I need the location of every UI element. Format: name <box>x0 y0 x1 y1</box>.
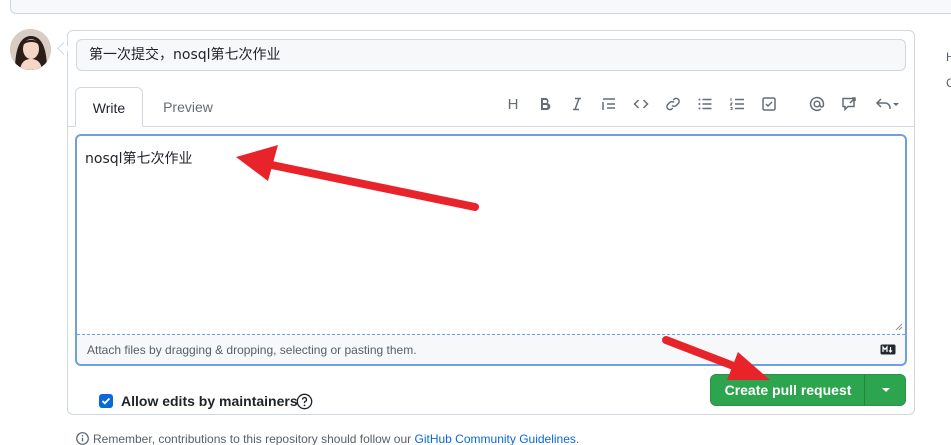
triangle-down-icon <box>881 388 890 392</box>
attach-files-text: Attach files by dragging & dropping, sel… <box>87 343 417 357</box>
code-icon[interactable] <box>629 92 653 116</box>
info-icon <box>76 432 89 445</box>
community-guidelines-link[interactable]: GitHub Community Guidelines <box>415 432 576 445</box>
mention-icon[interactable] <box>805 92 829 116</box>
pr-body-text: nosql第七次作业 <box>85 151 193 167</box>
heading-icon[interactable]: H <box>501 92 525 116</box>
pr-title-input[interactable]: 第一次提交，nosql第七次作业 <box>76 39 906 71</box>
previous-section-box <box>10 0 951 14</box>
tab-preview[interactable]: Preview <box>152 87 224 127</box>
button-divider <box>864 375 865 405</box>
task-list-icon[interactable] <box>757 92 781 116</box>
tab-divider <box>67 126 915 127</box>
tab-write[interactable]: Write <box>75 87 143 127</box>
italic-icon[interactable] <box>565 92 589 116</box>
guidelines-prefix: Remember, contributions to this reposito… <box>93 432 415 445</box>
avatar-photo-icon <box>10 29 51 70</box>
bold-icon[interactable] <box>533 92 557 116</box>
avatar[interactable] <box>10 29 51 70</box>
ordered-list-icon[interactable] <box>725 92 749 116</box>
heading-glyph: H <box>507 95 519 113</box>
create-pull-request-button[interactable]: Create pull request <box>710 374 906 406</box>
reply-icon[interactable] <box>869 92 905 116</box>
sidebar-edge-letter: H <box>946 50 951 64</box>
check-icon <box>101 397 111 405</box>
sidebar-edge-letter: C <box>946 76 951 90</box>
markdown-icon[interactable] <box>880 344 896 355</box>
pr-body-textarea[interactable]: nosql第七次作业 Attach files by dragging & dr… <box>75 134 907 366</box>
guidelines-suffix: . <box>575 432 580 445</box>
attach-files-bar[interactable]: Attach files by dragging & dropping, sel… <box>77 334 905 364</box>
unordered-list-icon[interactable] <box>693 92 717 116</box>
create-pull-request-label: Create pull request <box>724 382 852 398</box>
allow-edits-checkbox[interactable] <box>99 394 113 408</box>
resize-handle-icon[interactable] <box>895 323 903 331</box>
reference-icon[interactable] <box>837 92 861 116</box>
question-icon[interactable] <box>296 393 313 410</box>
quote-icon[interactable] <box>597 92 621 116</box>
link-icon[interactable] <box>661 92 685 116</box>
allow-edits-label[interactable]: Allow edits by maintainers <box>121 393 298 409</box>
contribution-guidelines-note: Remember, contributions to this reposito… <box>76 432 579 445</box>
create-options-dropdown[interactable] <box>866 375 905 405</box>
